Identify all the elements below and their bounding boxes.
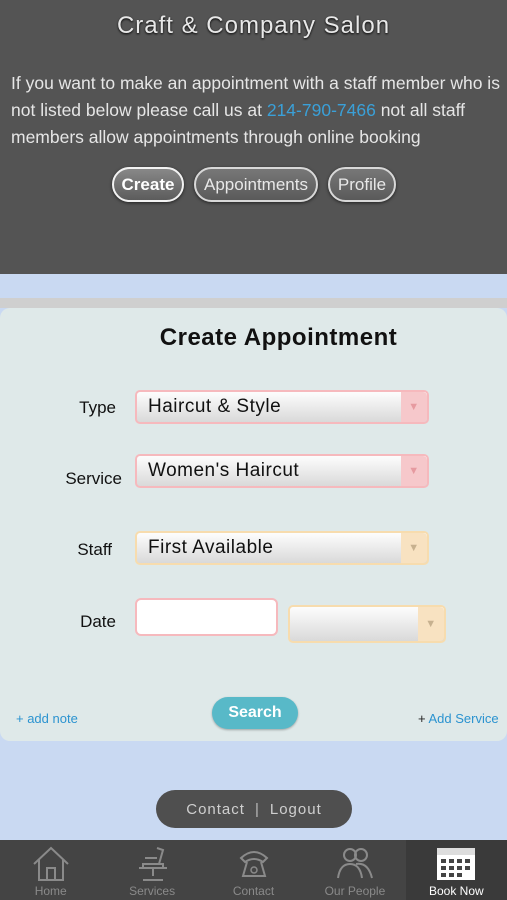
spacer-band (0, 274, 507, 298)
tab-label: Home (34, 884, 67, 898)
staff-select-value: First Available (148, 537, 274, 558)
logout-link[interactable]: Logout (270, 801, 322, 818)
tab-label: Our People (324, 884, 386, 898)
tab-services[interactable]: Services (101, 840, 202, 900)
phone-icon (239, 851, 268, 877)
staff-label: Staff (77, 540, 112, 559)
date-input[interactable] (135, 598, 278, 636)
time-select[interactable]: ▼ (288, 605, 446, 643)
chevron-down-icon: ▼ (418, 607, 444, 641)
add-service-link[interactable]: + Add Service (418, 711, 499, 726)
service-label: Service (65, 469, 122, 488)
create-appointment-card: Create Appointment Type Haircut & Style … (0, 308, 507, 741)
search-button[interactable]: Search (212, 697, 298, 729)
header: Craft & Company Salon If you want to mak… (0, 0, 507, 274)
tab-appointments[interactable]: Appointments (194, 167, 318, 202)
type-label: Type (79, 398, 116, 417)
chevron-down-icon: ▼ (401, 456, 427, 486)
barber-chair-icon (139, 847, 168, 881)
tab-contact[interactable]: Contact (203, 840, 304, 900)
divider-band (0, 298, 507, 308)
chevron-down-icon: ▼ (401, 392, 427, 422)
footer-separator: | (254, 800, 260, 818)
date-label: Date (80, 612, 116, 631)
footer-links: Contact | Logout (156, 790, 352, 828)
service-select[interactable]: Women's Haircut ▼ (135, 454, 429, 488)
tab-profile[interactable]: Profile (328, 167, 396, 202)
tab-create[interactable]: Create (112, 167, 184, 202)
type-select-value: Haircut & Style (148, 396, 282, 417)
add-service-plus: + (418, 711, 426, 726)
bottom-tab-bar: Home Services Contact Our People Book No… (0, 840, 507, 900)
section-tabs: Create Appointments Profile (0, 167, 507, 203)
add-note-link[interactable]: + add note (16, 711, 78, 726)
app-title: Craft & Company Salon (116, 12, 391, 39)
service-select-value: Women's Haircut (148, 460, 300, 481)
tab-label: Book Now (428, 884, 484, 898)
people-icon (336, 848, 373, 879)
phone-link[interactable]: 214-790-7466 (267, 100, 376, 120)
contact-link[interactable]: Contact (186, 801, 245, 818)
tab-home[interactable]: Home (0, 840, 101, 900)
add-service-label: Add Service (428, 711, 499, 726)
tab-label: Services (129, 884, 176, 898)
form-title: Create Appointment (159, 324, 398, 351)
staff-select[interactable]: First Available ▼ (135, 531, 429, 565)
tab-book-now[interactable]: Book Now (405, 840, 507, 900)
calendar-icon (437, 848, 476, 880)
chevron-down-icon: ▼ (401, 533, 427, 563)
intro-text: If you want to make an appointment with … (11, 70, 503, 151)
tab-label: Contact (232, 884, 275, 898)
type-select[interactable]: Haircut & Style ▼ (135, 390, 429, 424)
tab-our-people[interactable]: Our People (304, 840, 405, 900)
house-icon (33, 846, 69, 881)
